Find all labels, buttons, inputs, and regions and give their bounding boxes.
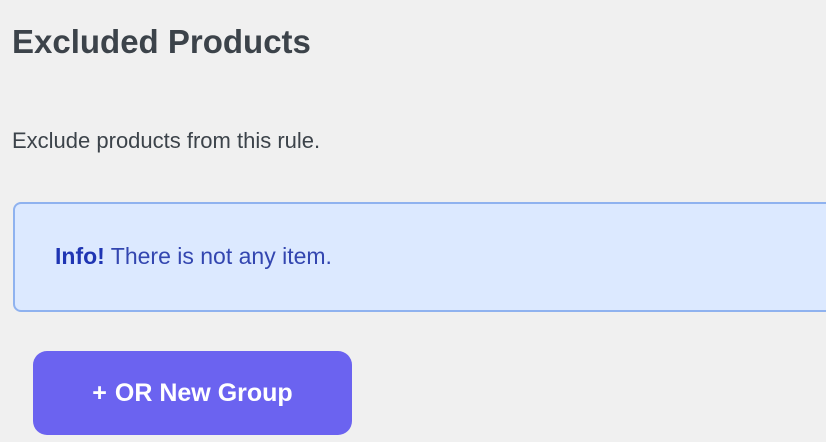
or-new-group-button[interactable]: + OR New Group xyxy=(33,351,352,435)
or-new-group-button-label: OR New Group xyxy=(114,378,293,407)
section-title: Excluded Products xyxy=(12,23,311,60)
info-notice-message: There is not any item. xyxy=(104,243,332,270)
excluded-products-section: Excluded Products Exclude products from … xyxy=(0,0,826,442)
info-notice-label: Info! xyxy=(55,243,105,270)
info-notice: Info! There is not any item. xyxy=(13,202,826,312)
info-notice-text: Info! There is not any item. xyxy=(55,243,332,271)
section-description: Exclude products from this rule. xyxy=(12,128,321,153)
plus-icon: + xyxy=(92,378,107,407)
